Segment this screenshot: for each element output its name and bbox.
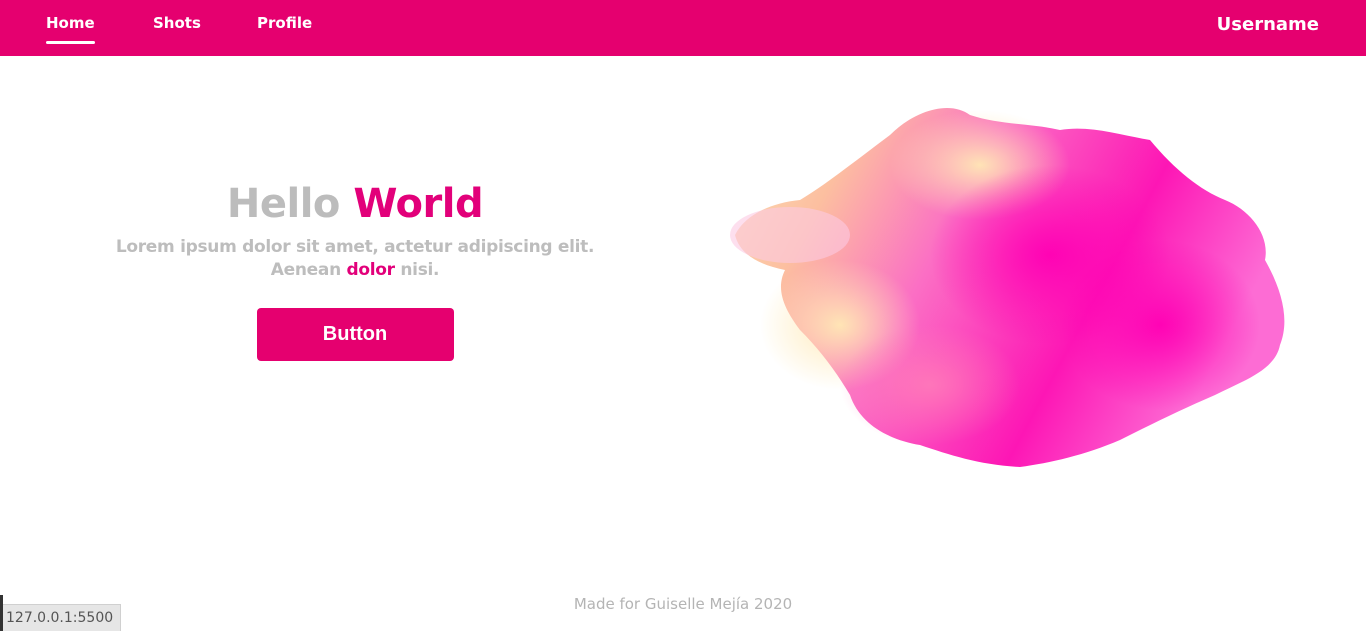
nav-item-home[interactable]: Home	[46, 14, 95, 44]
watercolor-blob-image	[730, 95, 1300, 475]
hero-text-line2-after: nisi.	[400, 260, 440, 280]
hero-text-highlight: dolor	[346, 260, 396, 280]
top-navbar: Home Shots Profile Username	[0, 0, 1366, 56]
hero-section: Hello World Lorem ipsum dolor sit amet, …	[100, 178, 610, 361]
hero-text-line1: Lorem ipsum dolor sit amet, actetur adip…	[115, 237, 595, 257]
nav-item-profile[interactable]: Profile	[257, 14, 312, 32]
footer-credit: Made for Guiselle Mejía 2020	[573, 595, 793, 613]
username-link[interactable]: Username	[1217, 14, 1319, 36]
hero-title: Hello World	[100, 178, 610, 230]
hero-text-line2-before: Aenean	[270, 260, 341, 280]
status-bar-url: 127.0.0.1:5500	[0, 595, 122, 631]
hero-title-hello: Hello	[226, 181, 341, 227]
hero-title-world: World	[353, 181, 484, 227]
hero-button[interactable]: Button	[256, 308, 454, 361]
hero-description: Lorem ipsum dolor sit amet, actetur adip…	[100, 236, 610, 282]
nav-item-shots[interactable]: Shots	[153, 14, 201, 32]
